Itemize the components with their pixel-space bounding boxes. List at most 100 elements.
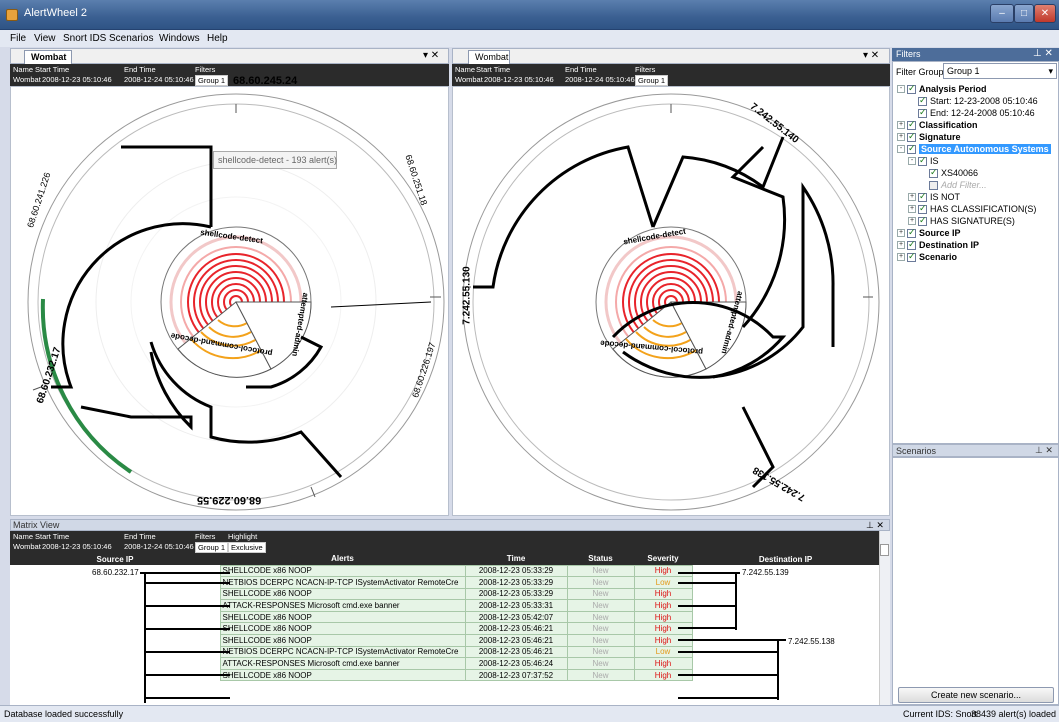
checkbox[interactable] bbox=[929, 167, 938, 178]
matrix-column-header[interactable]: Destination IP bbox=[692, 553, 879, 565]
collapse-icon[interactable]: - bbox=[897, 145, 905, 153]
filter-tree-item[interactable]: Add Filter... bbox=[897, 179, 1057, 191]
scenarios-title: Scenarios bbox=[896, 446, 937, 456]
alertwheel-2[interactable] bbox=[452, 86, 890, 516]
time-cell: 2008-12-23 05:46:24 bbox=[464, 657, 568, 670]
filter-tree-item[interactable]: + IS NOT bbox=[897, 191, 1057, 203]
wheel1-label-top: 68.60.245.24 bbox=[233, 75, 298, 87]
time-cell: 2008-12-23 05:46:21 bbox=[464, 622, 568, 636]
matrix-scrollbar[interactable] bbox=[879, 531, 890, 705]
matrix-column-header[interactable]: Severity bbox=[634, 553, 692, 565]
matrix-start: 2008-12-23 05:10:46 bbox=[42, 542, 112, 551]
matrix-source-links bbox=[140, 572, 230, 703]
expand-icon[interactable]: + bbox=[897, 229, 905, 237]
matrix-titlebar bbox=[10, 519, 890, 531]
filter-tree-item[interactable]: Start: 12-23-2008 05:10:46 bbox=[897, 95, 1057, 107]
expand-icon[interactable]: + bbox=[908, 193, 916, 201]
filter-tree-item[interactable]: + HAS SIGNATURE(S) bbox=[897, 215, 1057, 227]
filter-tree-item[interactable]: - IS bbox=[897, 155, 1057, 167]
matrix-highlight-badge[interactable]: Exclusive bbox=[228, 542, 266, 553]
status-cell: New bbox=[566, 599, 635, 612]
pane1-tab[interactable]: Wombat bbox=[24, 50, 72, 64]
pane2-tab[interactable]: Wombat bbox=[468, 50, 510, 64]
create-scenario-button[interactable]: Create new scenario... bbox=[898, 687, 1054, 703]
checkbox[interactable] bbox=[907, 83, 916, 94]
checkbox[interactable] bbox=[907, 143, 916, 154]
checkbox[interactable] bbox=[918, 215, 927, 226]
expand-icon[interactable]: + bbox=[908, 217, 916, 225]
menu-windows[interactable]: Windows bbox=[159, 33, 200, 44]
expand-icon[interactable]: + bbox=[897, 241, 905, 249]
checkbox[interactable] bbox=[918, 203, 927, 214]
pane1-filter-badge: Group 1 bbox=[195, 75, 229, 86]
matrix-end: 2008-12-24 05:10:46 bbox=[124, 542, 194, 551]
filter-tree-label: Start: 12-23-2008 05:10:46 bbox=[930, 96, 1038, 106]
scenarios-pin-icon[interactable]: ⊥ ✕ bbox=[1035, 445, 1053, 456]
filter-tree-item[interactable]: End: 12-24-2008 05:10:46 bbox=[897, 107, 1057, 119]
pane2-filters-label: Filters bbox=[635, 65, 656, 74]
matrix-pin-icon[interactable]: ⊥ ✕ bbox=[866, 520, 884, 531]
maximize-button[interactable]: □ bbox=[1014, 4, 1034, 23]
checkbox[interactable] bbox=[918, 155, 927, 166]
collapse-icon[interactable]: - bbox=[897, 85, 905, 93]
filter-tree-item[interactable]: + HAS CLASSIFICATION(S) bbox=[897, 203, 1057, 215]
pane1-name: Wombat bbox=[13, 75, 41, 84]
matrix-column-header[interactable]: Alerts bbox=[220, 553, 465, 565]
alert-cell: SHELLCODE x86 NOOP bbox=[219, 587, 466, 601]
filter-group-select[interactable]: Group 1 ▾ bbox=[943, 63, 1057, 79]
time-cell: 2008-12-23 05:46:21 bbox=[464, 634, 568, 647]
close-window-button[interactable]: ✕ bbox=[1034, 4, 1056, 23]
expand-icon[interactable]: + bbox=[908, 205, 916, 213]
expand-icon[interactable]: + bbox=[897, 133, 905, 141]
matrix-start-label: Start Time bbox=[35, 532, 70, 541]
checkbox[interactable] bbox=[907, 239, 916, 250]
filter-tree-item[interactable]: + Destination IP bbox=[897, 239, 1057, 251]
filter-tree-label: Signature bbox=[919, 132, 961, 142]
filter-tree-item[interactable]: + Signature bbox=[897, 131, 1057, 143]
pane2-start: 2008-12-23 05:10:46 bbox=[484, 75, 554, 84]
checkbox[interactable] bbox=[907, 119, 916, 130]
menu-view[interactable]: View bbox=[34, 33, 56, 44]
filter-tree-label: IS NOT bbox=[930, 192, 961, 202]
matrix-highlight-label: Highlight bbox=[228, 532, 258, 541]
checkbox[interactable] bbox=[929, 180, 938, 190]
pane1-dropdown-icon[interactable]: ▾ ✕ bbox=[423, 50, 439, 61]
pane1-tabstrip bbox=[10, 48, 449, 64]
status-cell: New bbox=[566, 576, 635, 589]
filter-tree-item[interactable]: + Scenario bbox=[897, 251, 1057, 263]
matrix-scroll-thumb[interactable] bbox=[880, 544, 889, 556]
filter-tree-item[interactable]: - Analysis Period bbox=[897, 83, 1057, 95]
filter-tree-label: Analysis Period bbox=[919, 84, 987, 94]
collapse-icon[interactable]: - bbox=[908, 157, 916, 165]
filter-tree-label: HAS CLASSIFICATION(S) bbox=[930, 204, 1037, 214]
minimize-button[interactable]: – bbox=[990, 4, 1014, 23]
menu-snort-ids[interactable]: Snort IDS bbox=[63, 33, 106, 44]
time-cell: 2008-12-23 05:33:29 bbox=[464, 587, 568, 601]
matrix-column-header[interactable]: Source IP bbox=[10, 553, 220, 565]
matrix-end-label: End Time bbox=[124, 532, 156, 541]
expand-icon[interactable]: + bbox=[897, 253, 905, 261]
checkbox[interactable] bbox=[907, 227, 916, 238]
matrix-column-header[interactable]: Status bbox=[567, 553, 634, 565]
filter-tree-item[interactable]: XS40066 bbox=[897, 167, 1057, 179]
filter-tree-item[interactable]: - Source Autonomous Systems bbox=[897, 143, 1057, 155]
menu-help[interactable]: Help bbox=[207, 33, 228, 44]
alert-cell: ATTACK-RESPONSES Microsoft cmd.exe banne… bbox=[219, 599, 466, 612]
checkbox[interactable] bbox=[918, 191, 927, 202]
matrix-column-header[interactable]: Time bbox=[465, 553, 567, 565]
checkbox[interactable] bbox=[907, 131, 916, 142]
menu-scenarios[interactable]: Scenarios bbox=[109, 33, 153, 44]
pane2-dropdown-icon[interactable]: ▾ ✕ bbox=[863, 50, 879, 61]
filter-tree-item[interactable]: + Classification bbox=[897, 119, 1057, 131]
pane1-start-label: Start Time bbox=[35, 65, 70, 74]
menu-file[interactable]: File bbox=[10, 33, 26, 44]
checkbox[interactable] bbox=[907, 251, 916, 262]
pane2-end-label: End Time bbox=[565, 65, 597, 74]
expand-icon[interactable]: + bbox=[897, 121, 905, 129]
status-cell: New bbox=[566, 564, 635, 578]
checkbox[interactable] bbox=[918, 95, 927, 106]
pane2-start-label: Start Time bbox=[476, 65, 511, 74]
filters-pin-icon[interactable]: ⊥ ✕ bbox=[1033, 48, 1053, 59]
filter-tree-item[interactable]: + Source IP bbox=[897, 227, 1057, 239]
checkbox[interactable] bbox=[918, 107, 927, 118]
